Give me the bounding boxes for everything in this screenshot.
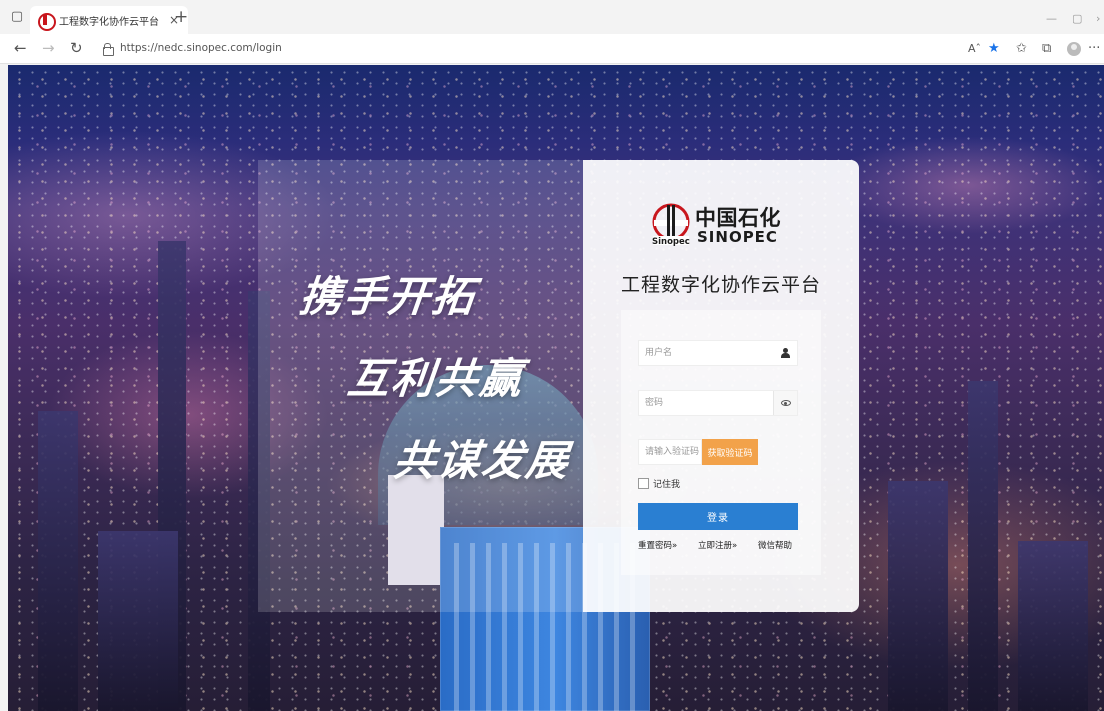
collections-icon[interactable]: ⧉ <box>1042 41 1051 56</box>
favorites-list-icon[interactable]: ✩ <box>1016 41 1027 56</box>
refresh-icon[interactable]: ↻ <box>70 40 83 57</box>
minimize-icon[interactable]: — <box>1046 12 1057 25</box>
reset-password-link[interactable]: 重置密码» <box>638 539 677 551</box>
remember-me-label: 记住我 <box>653 480 681 490</box>
more-menu-icon[interactable]: ··· <box>1088 41 1100 56</box>
refinery-tower <box>1018 541 1088 711</box>
login-form: 获取验证码 记住我 登录 重置密码» 立即注册» 微信帮助 <box>621 310 821 575</box>
refinery-tower <box>968 381 998 711</box>
username-field <box>638 340 798 366</box>
address-bar: ← → ↻ https://nedc.sinopec.com/login Aˆ … <box>0 34 1104 64</box>
remember-me-checkbox[interactable] <box>638 478 649 489</box>
favorite-star-icon[interactable]: ★ <box>988 41 1000 56</box>
remember-me[interactable]: 记住我 <box>638 477 680 490</box>
profile-avatar-icon[interactable] <box>1067 42 1081 56</box>
refinery-tower <box>98 531 178 711</box>
login-page: 携手开拓 互利共赢 共谋发展 Sinopec 中国石化 SINOPEC 工程数字… <box>8 65 1104 711</box>
logo-english-text: SINOPEC <box>697 228 778 246</box>
browser-tab-bar: ▢ 工程数字化协作云平台 × + — ▢ › <box>0 0 1104 34</box>
maximize-icon[interactable]: ▢ <box>1072 12 1082 25</box>
get-captcha-button[interactable]: 获取验证码 <box>702 439 758 465</box>
tab-actions-icon[interactable]: ▢ <box>8 8 26 26</box>
read-aloud-icon[interactable]: Aˆ <box>968 41 981 56</box>
captcha-row: 获取验证码 <box>638 439 798 465</box>
sinopec-emblem-icon: Sinopec <box>652 203 690 246</box>
tab-title: 工程数字化协作云平台 <box>59 16 159 28</box>
password-input[interactable] <box>639 391 773 415</box>
sinopec-favicon-icon <box>38 13 56 31</box>
login-button[interactable]: 登录 <box>638 503 798 530</box>
slogan-line: 共谋发展 <box>391 436 573 485</box>
window-chevron-icon[interactable]: › <box>1096 12 1100 25</box>
url-field[interactable]: https://nedc.sinopec.com/login <box>120 42 282 54</box>
register-link[interactable]: 立即注册» <box>698 539 737 551</box>
slogan-line: 互利共赢 <box>345 354 527 403</box>
captcha-input[interactable] <box>638 439 702 465</box>
back-icon[interactable]: ← <box>14 40 27 57</box>
forward-icon[interactable]: → <box>42 40 55 57</box>
browser-tab[interactable]: 工程数字化协作云平台 × <box>30 6 188 34</box>
password-field <box>638 390 798 416</box>
svg-text:Sinopec: Sinopec <box>652 237 690 246</box>
refinery-tower <box>38 411 78 711</box>
platform-title: 工程数字化协作云平台 <box>620 274 821 296</box>
show-password-eye-icon[interactable] <box>773 391 797 415</box>
user-icon <box>773 341 797 365</box>
lock-icon[interactable] <box>103 43 114 56</box>
login-panel: Sinopec 中国石化 SINOPEC 工程数字化协作云平台 获取验证码 记住… <box>583 160 859 612</box>
username-input[interactable] <box>639 341 773 365</box>
wechat-help-link[interactable]: 微信帮助 <box>758 539 792 551</box>
new-tab-icon[interactable]: + <box>174 9 188 26</box>
refinery-tower <box>888 481 948 711</box>
slogan-line: 携手开拓 <box>297 272 479 321</box>
sinopec-logo: Sinopec 中国石化 SINOPEC <box>651 202 801 252</box>
